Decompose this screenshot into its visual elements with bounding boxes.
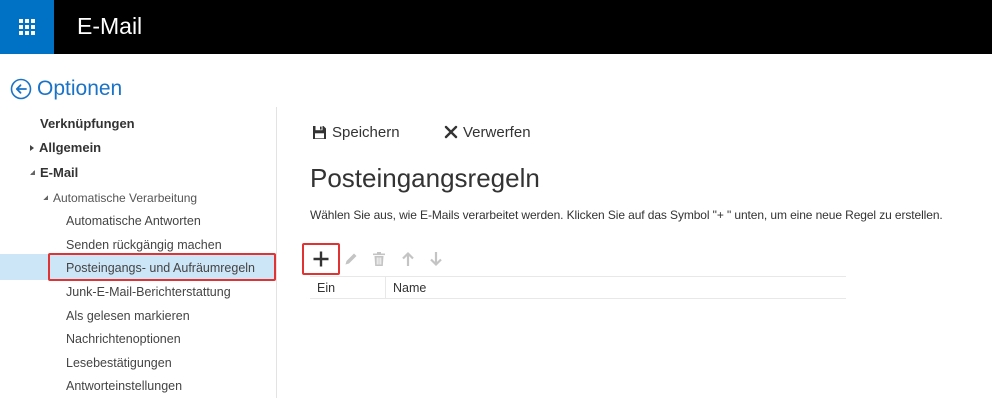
move-up-icon [402, 251, 414, 266]
nav-shortcuts[interactable]: Verknüpfungen [40, 116, 135, 132]
column-name[interactable]: Name [393, 281, 426, 295]
delete-icon [373, 252, 385, 266]
options-title: Optionen [37, 77, 123, 100]
save-label: Speichern [332, 123, 400, 141]
save-icon [313, 125, 326, 139]
column-separator [385, 277, 386, 298]
nav-email[interactable]: E-Mail [30, 165, 78, 181]
options-header[interactable]: Optionen [10, 77, 122, 101]
back-arrow-circle-icon[interactable] [10, 78, 32, 100]
nav-item-junk-reporting[interactable]: Junk-E-Mail-Berichterstattung [66, 284, 231, 300]
app-launcher-icon[interactable] [0, 0, 54, 54]
nav-item-mark-as-read[interactable]: Als gelesen markieren [66, 308, 190, 324]
nav-item-reply-settings[interactable]: Antworteinstellungen [66, 378, 182, 394]
nav-item-auto-replies[interactable]: Automatische Antworten [66, 213, 201, 229]
nav-item-read-receipts[interactable]: Lesebestätigungen [66, 355, 172, 371]
edit-icon [345, 253, 357, 265]
discard-label: Verwerfen [463, 123, 531, 141]
close-icon [444, 125, 458, 139]
collapse-icon[interactable] [30, 170, 35, 176]
nav-item-undo-send[interactable]: Senden rückgängig machen [66, 237, 222, 253]
nav-email-label: E-Mail [40, 165, 79, 180]
move-down-icon [430, 252, 442, 267]
move-up-button[interactable] [397, 248, 419, 270]
edit-rule-button[interactable] [340, 248, 362, 270]
collapse-icon[interactable] [43, 195, 48, 201]
nav-general[interactable]: Allgemein [30, 140, 101, 156]
nav-general-label: Allgemein [39, 140, 102, 155]
top-bar: E-Mail [0, 0, 992, 54]
rules-table-header: Ein Name [310, 276, 846, 299]
page-title: Posteingangsregeln [310, 163, 540, 193]
page-description: Wählen Sie aus, wie E-Mails verarbeitet … [310, 208, 943, 222]
nav-item-message-options[interactable]: Nachrichtenoptionen [66, 331, 181, 347]
discard-button[interactable]: Verwerfen [444, 122, 531, 142]
save-button[interactable]: Speichern [312, 122, 400, 142]
app-title: E-Mail [77, 13, 143, 39]
nav-auto-processing-label: Automatische Verarbeitung [53, 191, 198, 205]
delete-rule-button[interactable] [368, 248, 390, 270]
highlight-frame-nav [48, 253, 276, 281]
column-on[interactable]: Ein [317, 281, 335, 295]
nav-auto-processing[interactable]: Automatische Verarbeitung [43, 190, 197, 206]
move-down-button[interactable] [425, 248, 447, 270]
highlight-frame-add [302, 243, 340, 275]
expand-icon[interactable] [30, 144, 34, 151]
pane-divider [276, 107, 277, 398]
